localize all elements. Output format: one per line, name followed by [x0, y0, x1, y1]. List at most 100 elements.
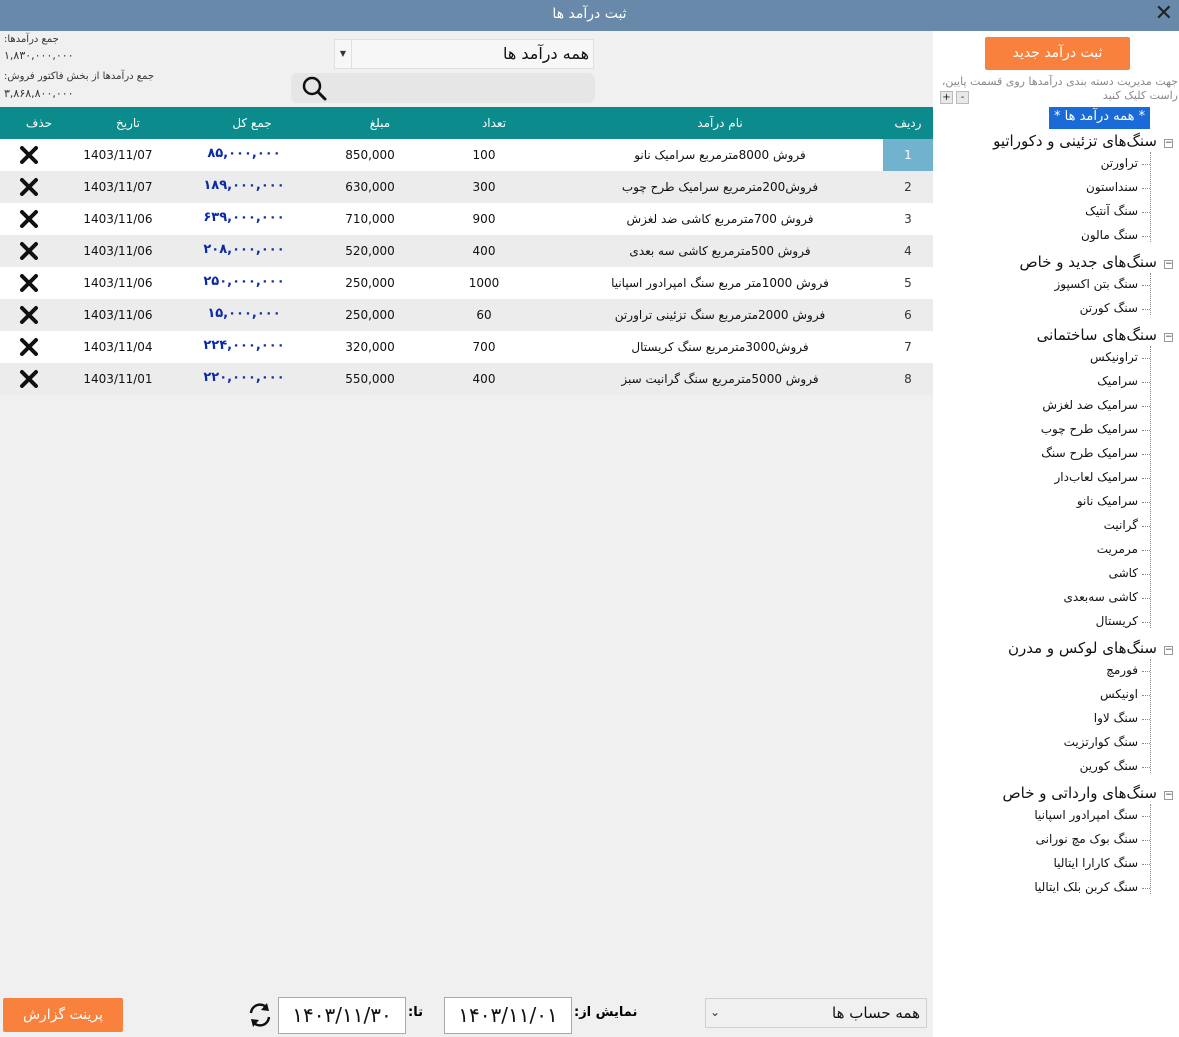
row-total: ۲۲۴,۰۰۰,۰۰۰ [203, 338, 285, 353]
tree-item[interactable]: کریستال [1096, 614, 1138, 628]
tree-item[interactable]: کاشی سه‌بعدی [1063, 590, 1138, 604]
tree-item[interactable]: سنگ امپرادور اسپانیا [1034, 808, 1138, 822]
tree-connector [1142, 598, 1150, 599]
delete-icon[interactable] [14, 272, 44, 294]
tree-item[interactable]: سنگ مالون [1081, 228, 1138, 242]
refresh-icon[interactable] [246, 1001, 274, 1029]
to-date-field[interactable]: ۱۴۰۳/۱۱/۳۰ [278, 997, 406, 1034]
row-name: فروش 8000مترمربع سرامیک نانو [634, 148, 806, 162]
tree-item[interactable]: کاشی [1109, 566, 1138, 580]
tree-item[interactable]: سرامیک لعاب‌دار [1055, 470, 1138, 484]
table-header: ردیف نام درآمد تعداد مبلغ جمع کل تاریخ ح… [0, 107, 933, 139]
tree-item[interactable]: سنداستون [1086, 180, 1138, 194]
tree-item[interactable]: سنگ کوارتزیت [1064, 735, 1138, 749]
delete-icon[interactable] [14, 304, 44, 326]
row-qty: 60 [476, 308, 492, 322]
row-amount: 630,000 [345, 180, 395, 194]
print-report-button[interactable]: پرینت گزارش [3, 998, 123, 1032]
row-total: ۲۰۸,۰۰۰,۰۰۰ [203, 242, 285, 257]
table-row[interactable]: 7 فروش3000مترمربع سنگ کریستال 700 320,000 ۲۲… [0, 331, 933, 363]
tree-item[interactable]: سرامیک [1097, 374, 1138, 388]
tree-item[interactable]: سنگ کربن بلک ایتالیا [1034, 880, 1138, 894]
tree-connector [1142, 478, 1150, 479]
tree-item[interactable]: مرمریت [1097, 542, 1138, 556]
tree-item[interactable]: اونیکس [1100, 687, 1138, 701]
tree-group[interactable]: سنگ‌های تزئینی و دکوراتیو [993, 132, 1157, 150]
close-icon[interactable]: ✕ [1155, 3, 1173, 25]
new-income-button[interactable]: ثبت درآمد جدید [985, 37, 1130, 70]
tree-root-all-income[interactable]: * همه درآمد ها * [1049, 107, 1151, 129]
delete-icon[interactable] [14, 240, 44, 262]
tree-item[interactable]: سنگ کورین [1080, 759, 1138, 773]
expand-all-button[interactable]: + [940, 91, 953, 104]
row-total: ۱۵,۰۰۰,۰۰۰ [207, 306, 281, 321]
tree-item[interactable]: گرانیت [1104, 518, 1138, 532]
row-index: 6 [904, 308, 912, 322]
account-select[interactable]: ⌄ همه حساب ها [705, 998, 927, 1028]
tree-connector [1142, 550, 1150, 551]
tree-connector [1142, 767, 1150, 768]
tree-connector [1142, 454, 1150, 455]
income-filter-value: همه درآمد ها [502, 44, 589, 63]
tree-item[interactable]: سرامیک طرح چوب [1041, 422, 1138, 436]
header-delete: حذف [25, 116, 53, 130]
collapse-all-button[interactable]: - [956, 91, 969, 104]
collapse-icon[interactable]: − [1164, 260, 1173, 269]
table-row[interactable]: 8 فروش 5000مترمربع سنگ گرانیت سبز 400 550,0… [0, 363, 933, 395]
tree-group[interactable]: سنگ‌های لوکس و مدرن [1008, 639, 1157, 657]
tree-item[interactable]: تراونیکس [1090, 350, 1138, 364]
tree-item[interactable]: سنگ کورتن [1080, 301, 1138, 315]
table-row[interactable]: 6 فروش 2000مترمربع سنگ تزئینی تراورتن 60 25… [0, 299, 933, 331]
tree-group[interactable]: سنگ‌های جدید و خاص [1020, 253, 1157, 271]
dropdown-arrow-icon[interactable]: ▼ [335, 40, 352, 68]
collapse-icon[interactable]: − [1164, 139, 1173, 148]
tree-item[interactable]: سنگ لاوا [1094, 711, 1138, 725]
tree-item[interactable]: تراورتن [1101, 156, 1138, 170]
category-hint: جهت مدیریت دسته بندی درآمدها روی قسمت پا… [941, 75, 1178, 102]
delete-icon[interactable] [14, 336, 44, 358]
collapse-icon[interactable]: − [1164, 333, 1173, 342]
table-row[interactable]: 5 فروش 1000متر مربع سنگ امپرادور اسپانیا 1… [0, 267, 933, 299]
row-date: 1403/11/07 [83, 148, 153, 162]
tree-item[interactable]: سرامیک ضد لغزش [1042, 398, 1138, 412]
table-row[interactable]: 4 فروش 500مترمربع کاشی سه بعدی 400 520,000 ۲… [0, 235, 933, 267]
tree-item[interactable]: سنگ کارارا ایتالیا [1053, 856, 1138, 870]
collapse-icon[interactable]: − [1164, 646, 1173, 655]
header-total: جمع کل [232, 116, 272, 130]
table-row[interactable]: 3 فروش 700مترمربع کاشی ضد لغزش 900 710,000 ۶… [0, 203, 933, 235]
delete-icon[interactable] [14, 368, 44, 390]
total-income-value: ۱,۸۳۰,۰۰۰,۰۰۰ [4, 49, 74, 62]
delete-icon[interactable] [14, 208, 44, 230]
row-name: فروش 1000متر مربع سنگ امپرادور اسپانیا [611, 276, 829, 290]
tree-item[interactable]: سرامیک نانو [1077, 494, 1138, 508]
tree-connector [1142, 430, 1150, 431]
tree-group[interactable]: سنگ‌های وارداتی و خاص [1003, 784, 1157, 802]
tree-item[interactable]: سنگ آنتیک [1085, 204, 1138, 218]
table-row[interactable]: 2 فروش200مترمربع سرامیک طرح چوب 300 630,000… [0, 171, 933, 203]
row-amount: 710,000 [345, 212, 395, 226]
delete-icon[interactable] [14, 144, 44, 166]
search-icon[interactable] [295, 74, 331, 102]
table-row[interactable]: 1 فروش 8000مترمربع سرامیک نانو 100 850,000 ۸… [0, 139, 933, 171]
tree-group[interactable]: سنگ‌های ساختمانی [1037, 326, 1157, 344]
header-name: نام درآمد [697, 116, 743, 130]
tree-item[interactable]: سنگ بتن اکسپوز [1054, 277, 1138, 291]
tree-item[interactable]: فورمچ [1106, 663, 1138, 677]
delete-icon[interactable] [14, 176, 44, 198]
income-filter-dropdown[interactable]: ▼ همه درآمد ها [334, 39, 594, 69]
row-total: ۸۵,۰۰۰,۰۰۰ [207, 146, 281, 161]
from-date-field[interactable]: ۱۴۰۳/۱۱/۰۱ [444, 997, 572, 1034]
collapse-icon[interactable]: − [1164, 791, 1173, 800]
tree-connector [1142, 502, 1150, 503]
row-name: فروش 5000مترمربع سنگ گرانیت سبز [621, 372, 819, 386]
tree-connector [1142, 358, 1150, 359]
tree-item[interactable]: سرامیک طرح سنگ [1041, 446, 1138, 460]
chevron-down-icon: ⌄ [710, 1005, 721, 1019]
window-title: ثبت درآمد ها [552, 6, 627, 22]
tree-item[interactable]: سنگ بوک مچ نورانی [1036, 832, 1138, 846]
tree-connector [1142, 406, 1150, 407]
tree-connector [1150, 346, 1151, 628]
row-index: 8 [904, 372, 912, 386]
row-qty: 900 [472, 212, 496, 226]
search-input[interactable] [335, 76, 589, 100]
